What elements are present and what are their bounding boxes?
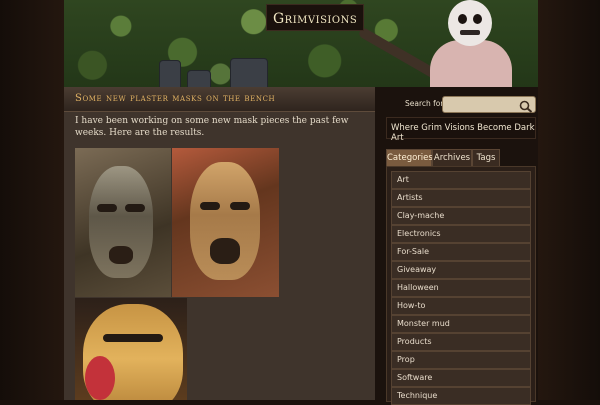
category-item[interactable]: Clay-mache bbox=[391, 207, 531, 225]
category-item[interactable]: Software bbox=[391, 369, 531, 387]
category-item[interactable]: Prop bbox=[391, 351, 531, 369]
ghost-figure bbox=[430, 0, 512, 87]
tab-archives[interactable]: Archives bbox=[432, 149, 472, 167]
post-intro: I have been working on some new mask pie… bbox=[75, 116, 349, 138]
category-item[interactable]: For-Sale bbox=[391, 243, 531, 261]
header-banner: Grimvisions bbox=[64, 0, 538, 87]
mask-photo-gold[interactable] bbox=[75, 298, 187, 400]
tombstone bbox=[159, 60, 181, 87]
magnifier-icon[interactable] bbox=[519, 98, 533, 113]
category-item[interactable]: Halloween bbox=[391, 279, 531, 297]
category-item[interactable]: Technique bbox=[391, 387, 531, 405]
mask-photo-tan[interactable] bbox=[172, 148, 279, 297]
post-title-bar: Some new plaster masks on the bench bbox=[64, 87, 375, 112]
categories-panel: Art Artists Clay-mache Electronics For-S… bbox=[386, 166, 536, 405]
search-box[interactable] bbox=[442, 96, 536, 113]
category-item[interactable]: Electronics bbox=[391, 225, 531, 243]
site-logo[interactable]: Grimvisions bbox=[273, 11, 357, 27]
tombstone bbox=[230, 58, 268, 87]
category-item[interactable]: How-to bbox=[391, 297, 531, 315]
category-item[interactable]: Art bbox=[391, 171, 531, 189]
tab-categories[interactable]: Categories bbox=[386, 149, 433, 167]
tombstone bbox=[187, 70, 211, 87]
tagline-box: Where Grim Visions Become Dark Art bbox=[386, 117, 536, 143]
search-input[interactable] bbox=[446, 98, 516, 111]
mask-photo-grey[interactable] bbox=[75, 148, 171, 297]
post-article: Some new plaster masks on the bench I ha… bbox=[64, 87, 375, 400]
right-margin-band bbox=[538, 0, 600, 400]
category-item[interactable]: Giveaway bbox=[391, 261, 531, 279]
category-item[interactable]: Monster mud bbox=[391, 315, 531, 333]
search-label: Search for: bbox=[405, 99, 446, 108]
left-margin-band bbox=[0, 0, 64, 400]
post-title[interactable]: Some new plaster masks on the bench bbox=[75, 93, 275, 104]
tab-tags[interactable]: Tags bbox=[472, 149, 500, 167]
category-item[interactable]: Products bbox=[391, 333, 531, 351]
category-item[interactable]: Artists bbox=[391, 189, 531, 207]
site-logo-box[interactable]: Grimvisions bbox=[266, 4, 365, 31]
site-tagline: Where Grim Visions Become Dark Art bbox=[391, 123, 535, 143]
